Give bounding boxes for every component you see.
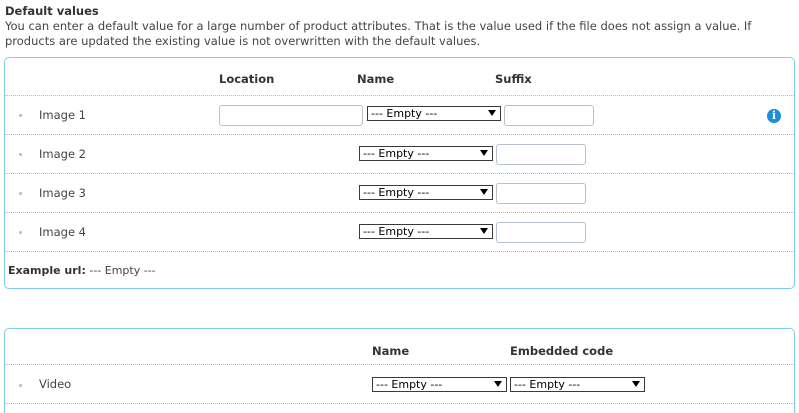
row-separator	[5, 134, 794, 135]
column-header-embedded-code: Embedded code	[510, 344, 614, 358]
video-panel: Name Embedded code Video --- Empty --- -…	[4, 328, 795, 413]
image-2-name-select[interactable]: --- Empty ---	[359, 146, 493, 161]
column-header-name: Name	[357, 72, 395, 86]
column-header-name: Name	[372, 344, 410, 358]
row-separator	[5, 212, 794, 213]
chevron-down-icon	[480, 150, 488, 156]
example-url-value: --- Empty ---	[89, 264, 156, 277]
chevron-down-icon	[480, 228, 488, 234]
row-separator	[5, 403, 794, 404]
info-icon[interactable]: i	[767, 109, 781, 123]
video-name-select[interactable]: --- Empty ---	[372, 377, 507, 392]
image-2-suffix-input[interactable]	[496, 144, 586, 165]
image-3-label: Image 3	[39, 186, 86, 200]
chevron-down-icon	[494, 381, 502, 387]
image-4-label: Image 4	[39, 225, 86, 239]
image-3-name-select[interactable]: --- Empty ---	[359, 185, 493, 200]
row-bullet	[19, 114, 22, 117]
image-1-name-select[interactable]: --- Empty ---	[367, 106, 501, 121]
row-bullet	[19, 192, 22, 195]
row-bullet	[19, 384, 22, 387]
chevron-down-icon	[488, 110, 496, 116]
image-3-suffix-input[interactable]	[496, 183, 586, 204]
row-separator	[5, 364, 794, 365]
column-header-location: Location	[219, 72, 275, 86]
image-4-name-select[interactable]: --- Empty ---	[359, 224, 493, 239]
image-1-name-value: --- Empty ---	[371, 107, 438, 120]
row-separator	[5, 251, 794, 252]
row-bullet	[19, 231, 22, 234]
row-bullet	[19, 153, 22, 156]
row-separator	[5, 173, 794, 174]
default-values-description: You can enter a default value for a larg…	[5, 19, 752, 48]
image-4-name-value: --- Empty ---	[363, 225, 430, 238]
images-panel: Location Name Suffix Image 1 --- Empty -…	[4, 57, 795, 289]
video-label: Video	[39, 377, 72, 391]
video-name-value: --- Empty ---	[376, 378, 443, 391]
image-3-name-value: --- Empty ---	[363, 186, 430, 199]
column-header-suffix: Suffix	[495, 72, 532, 86]
video-embedded-code-value: --- Empty ---	[514, 378, 581, 391]
image-1-location-input[interactable]	[219, 105, 363, 126]
image-2-label: Image 2	[39, 147, 86, 161]
chevron-down-icon	[632, 381, 640, 387]
row-separator	[5, 95, 794, 96]
video-embedded-code-select[interactable]: --- Empty ---	[510, 377, 645, 392]
image-1-label: Image 1	[39, 108, 86, 122]
image-1-suffix-input[interactable]	[504, 105, 594, 126]
image-2-name-value: --- Empty ---	[363, 147, 430, 160]
image-4-suffix-input[interactable]	[496, 222, 586, 243]
example-url-label: Example url:	[8, 264, 86, 277]
default-values-title: Default values	[5, 4, 99, 18]
chevron-down-icon	[480, 189, 488, 195]
example-url: Example url: --- Empty ---	[8, 264, 156, 277]
